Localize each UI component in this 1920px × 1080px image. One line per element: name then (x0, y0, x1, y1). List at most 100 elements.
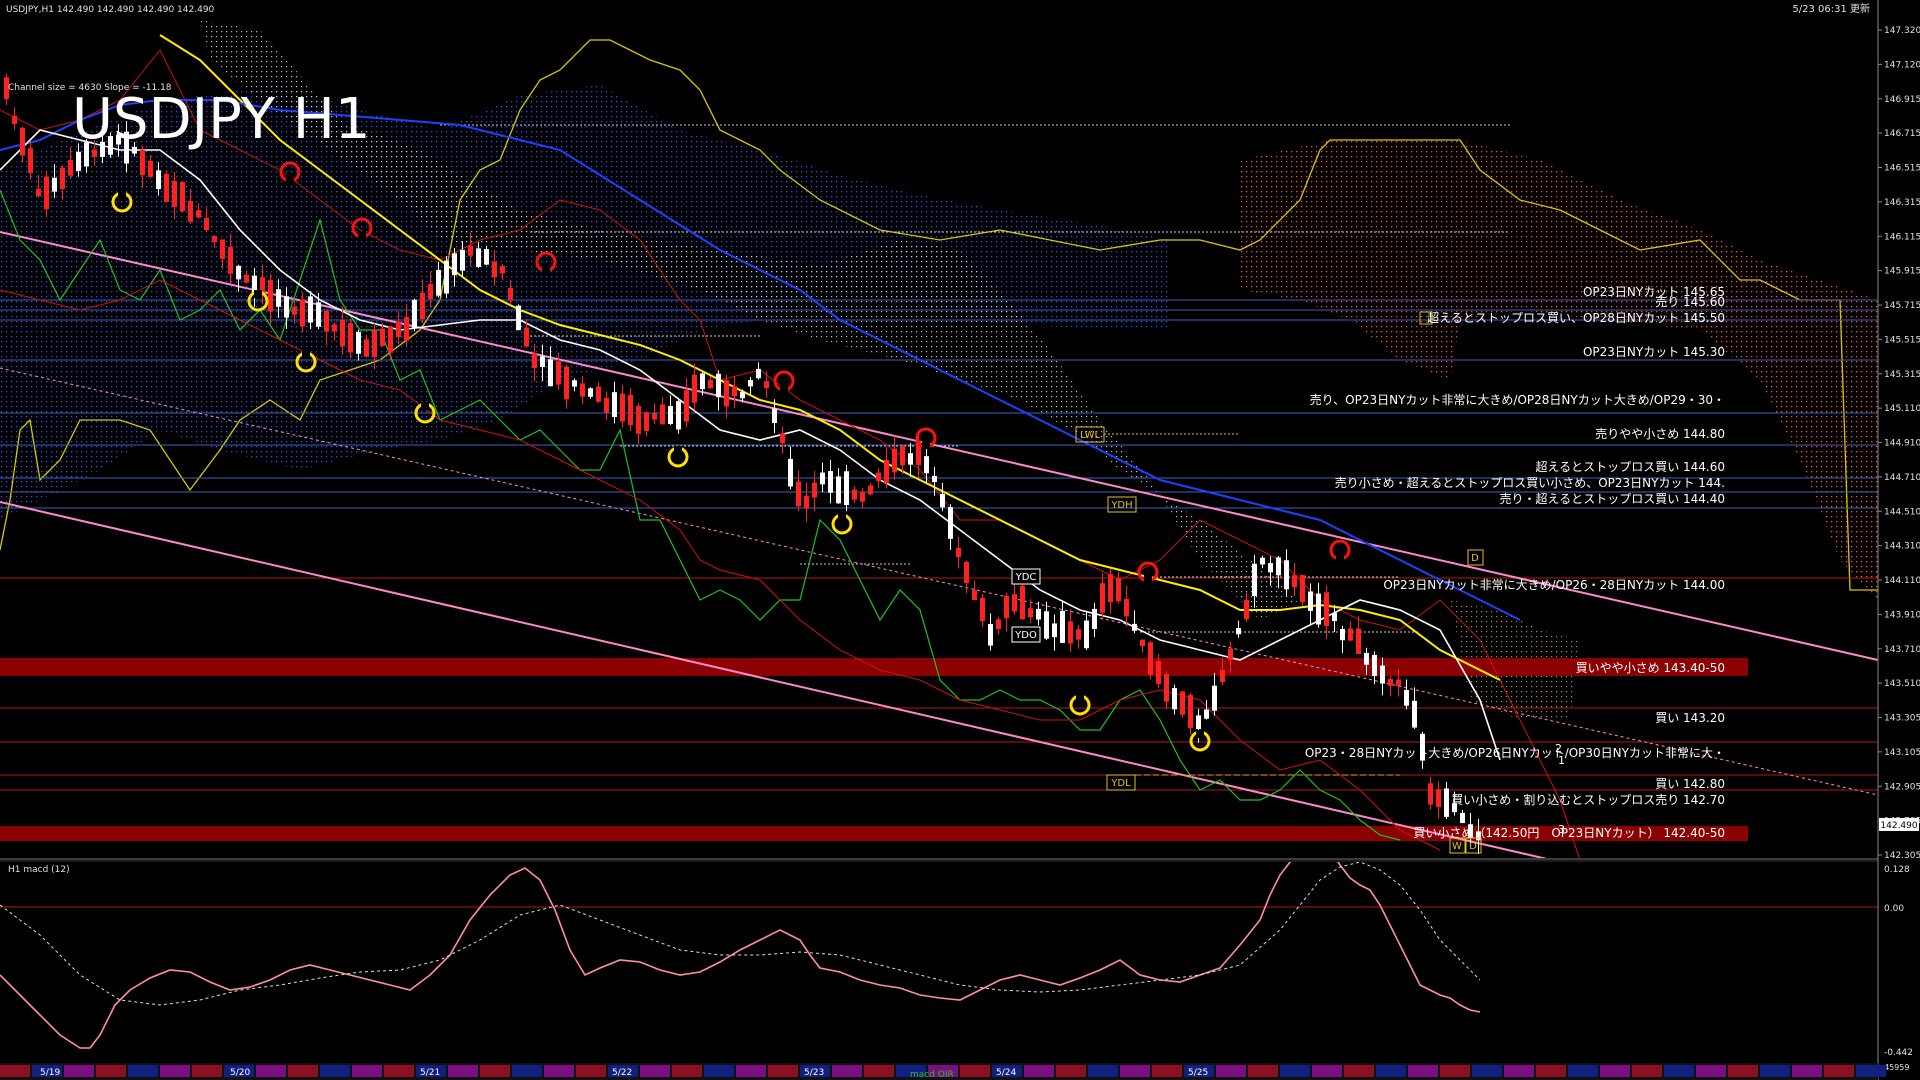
note-4: OP23日NYカット 145.30 (1583, 345, 1725, 359)
candle (892, 448, 897, 473)
price-tick-label: 144.910 (1884, 439, 1920, 449)
candle (364, 339, 369, 357)
candle (540, 356, 545, 368)
candle (700, 373, 705, 390)
date-tick-label: 5/24 (996, 1068, 1016, 1078)
candle (268, 280, 273, 312)
price-tick-label: 146.515 (1884, 164, 1920, 174)
macd-bottom-label: -0.442 (1884, 1048, 1913, 1058)
candle (972, 590, 977, 601)
candle (172, 181, 177, 207)
candle (644, 412, 649, 431)
candle (548, 359, 553, 387)
candle (740, 392, 745, 399)
price-tick-label: 146.315 (1884, 198, 1920, 208)
candle (204, 217, 209, 231)
candle (1324, 592, 1329, 626)
candle (980, 597, 985, 622)
price-tick-label: 146.715 (1884, 129, 1920, 139)
candle (1188, 694, 1193, 728)
candle (1068, 621, 1073, 644)
candle (180, 182, 185, 212)
candle (164, 173, 169, 203)
candle (564, 366, 569, 400)
candle (796, 481, 801, 507)
candle (1180, 691, 1185, 715)
candle (1396, 679, 1401, 686)
candle (412, 299, 417, 329)
candle (52, 177, 57, 192)
candle (660, 404, 665, 425)
candle (428, 284, 433, 300)
marker-ydl: YDL (1106, 774, 1400, 791)
update-timestamp: 5/23 06:31 更新 (1792, 2, 1870, 15)
candle (756, 368, 761, 379)
date-tick-label: 5/20 (230, 1068, 250, 1078)
marker-ydc: YDC (1011, 568, 1041, 585)
candle (772, 408, 777, 424)
candle (332, 324, 337, 332)
note-10: OP23日NYカット非常に大きめ/OP26・28日NYカット 144.00 (1383, 578, 1725, 592)
candle (12, 115, 17, 124)
note-7: 超えるとストップロス買い 144.60 (1536, 459, 1725, 474)
candle (1436, 789, 1441, 807)
candle (236, 265, 241, 280)
candle (708, 379, 713, 389)
candle (1212, 685, 1217, 711)
candle (580, 383, 585, 397)
candle (996, 619, 1001, 629)
date-tick-label: 5/19 (40, 1068, 60, 1078)
macd-zero-label: 0.00 (1884, 904, 1904, 914)
candle (932, 475, 937, 483)
price-tick-label: 143.510 (1884, 679, 1920, 689)
candle (508, 287, 513, 301)
candle (668, 406, 673, 425)
note-14: 買い 142.80 (1655, 777, 1725, 791)
price-tick-label: 145.515 (1884, 335, 1920, 345)
note-11: 買いやや小さめ 143.40-50 (1576, 661, 1725, 675)
candle (588, 388, 593, 397)
candle (676, 401, 681, 430)
candle (244, 274, 249, 283)
note-2: 売り 145.60 (1655, 294, 1725, 309)
macd-label: H1 macd (12) (8, 865, 70, 875)
price-tick-label: 143.305 (1884, 714, 1920, 724)
chart-big-title: USDJPY H1 (72, 87, 370, 152)
candle (1380, 665, 1385, 684)
trading-chart[interactable]: LWL YDH YDC YDO YDL D D W 1 2 3 OP23日NYカ… (0, 0, 1920, 1080)
price-tick-label: 145.915 (1884, 267, 1920, 277)
candle (300, 299, 305, 327)
candle (884, 459, 889, 483)
price-tick-label: 144.310 (1884, 542, 1920, 552)
candle (1356, 628, 1361, 654)
candle (1060, 610, 1065, 643)
candle (1004, 595, 1009, 619)
candle (1220, 669, 1225, 683)
price-tick-label: 143.910 (1884, 610, 1920, 620)
candle (684, 390, 689, 422)
candle (380, 328, 385, 346)
svg-text:LWL: LWL (1080, 430, 1101, 441)
candle (444, 260, 449, 294)
candle (1404, 689, 1409, 706)
marker-ydh: YDH (1107, 496, 1137, 513)
candle (1140, 639, 1145, 647)
candle (156, 170, 161, 190)
candle (436, 269, 441, 296)
candle (36, 188, 41, 197)
candle (1308, 591, 1313, 611)
candle (1108, 574, 1113, 603)
note-8: 売り小さめ・超えるとストップロス買い小さめ、OP23日NYカット 144. (1335, 475, 1725, 490)
price-tick-label: 142.305 (1884, 851, 1920, 861)
candle (476, 248, 481, 267)
candle (956, 547, 961, 558)
candle (724, 380, 729, 407)
candle (1316, 593, 1321, 625)
candle (1276, 557, 1281, 576)
candle (900, 445, 905, 466)
candle (340, 319, 345, 347)
candle (404, 317, 409, 341)
channel-lower (0, 501, 1548, 858)
candle (220, 239, 225, 259)
candle (1148, 642, 1153, 675)
